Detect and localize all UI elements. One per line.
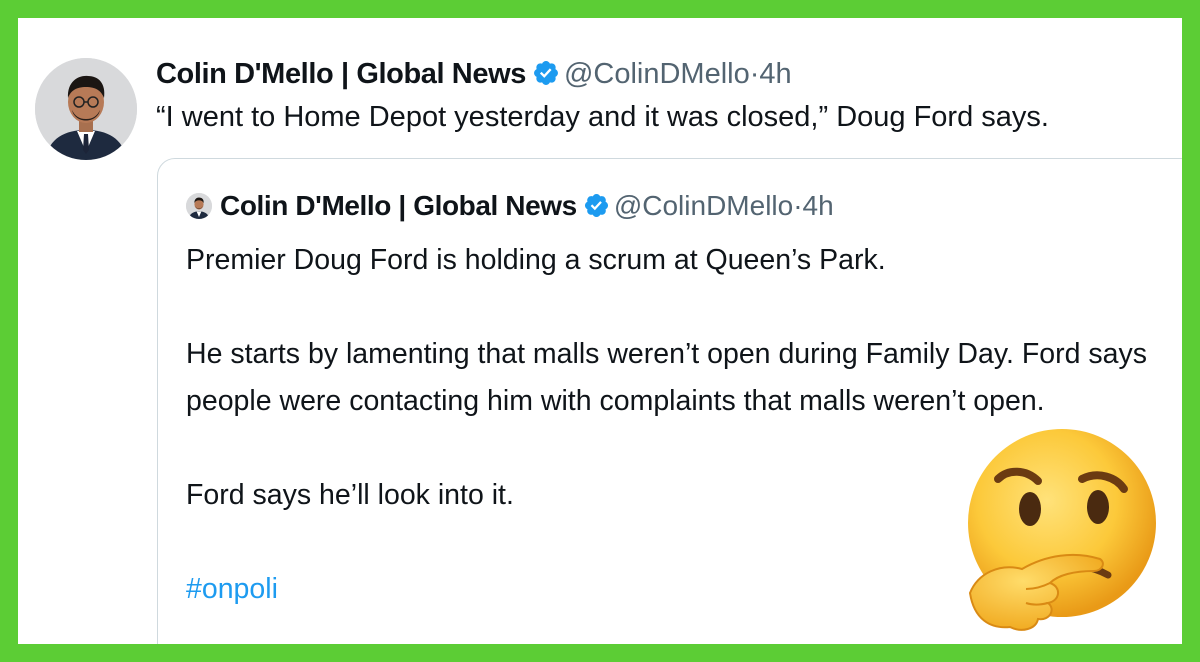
hashtag-link[interactable]: #onpoli bbox=[186, 573, 278, 605]
author-handle[interactable]: @ColinDMello bbox=[564, 58, 750, 90]
verified-badge-icon bbox=[532, 59, 560, 96]
quoted-author-handle: @ColinDMello bbox=[613, 190, 794, 221]
author-avatar[interactable] bbox=[35, 58, 137, 160]
tweet-header: Colin D'Mello | Global News @ColinDMello·… bbox=[156, 56, 792, 96]
tweet-text: “I went to Home Depot yesterday and it w… bbox=[156, 101, 1049, 133]
tweet-timestamp[interactable]: 4h bbox=[759, 58, 791, 90]
quoted-author-avatar bbox=[186, 193, 212, 219]
quoted-paragraph: He starts by lamenting that malls weren’… bbox=[186, 338, 1147, 417]
tweet-card: Colin D'Mello | Global News @ColinDMello·… bbox=[18, 18, 1182, 644]
quoted-author-name: Colin D'Mello | Global News bbox=[220, 190, 577, 221]
quoted-tweet-header: Colin D'Mello | Global News @ColinDMello·… bbox=[186, 189, 834, 227]
author-name[interactable]: Colin D'Mello | Global News bbox=[156, 58, 526, 90]
quoted-paragraph: Premier Doug Ford is holding a scrum at … bbox=[186, 244, 886, 276]
thinking-face-emoji-icon bbox=[950, 423, 1160, 638]
separator-dot: · bbox=[793, 190, 803, 221]
verified-badge-icon bbox=[583, 192, 610, 227]
separator-dot: · bbox=[749, 58, 760, 90]
quoted-tweet-timestamp: 4h bbox=[802, 190, 834, 221]
